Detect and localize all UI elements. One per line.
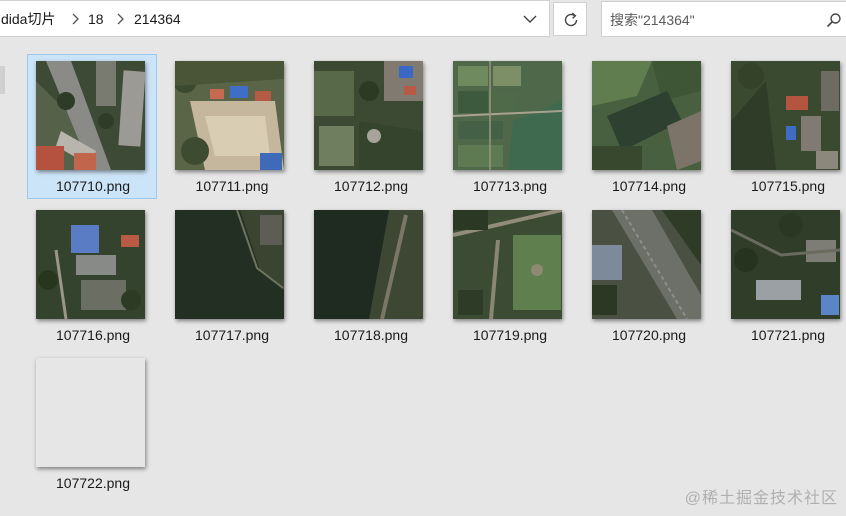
thumbnail-image — [36, 61, 145, 170]
file-item[interactable]: 107712.png — [305, 54, 435, 199]
file-name: 107713.png — [473, 178, 547, 194]
file-item[interactable]: 107722.png — [27, 351, 157, 496]
thumbnail-image — [175, 61, 284, 170]
file-name: 107719.png — [473, 327, 547, 343]
file-item[interactable]: 107713.png — [444, 54, 574, 199]
thumbnail-image — [592, 210, 701, 319]
file-name: 107716.png — [56, 327, 130, 343]
file-item[interactable]: 107717.png — [166, 203, 296, 348]
file-name: 107711.png — [195, 178, 269, 194]
file-item[interactable]: 107720.png — [583, 203, 713, 348]
file-name: 107718.png — [334, 327, 408, 343]
file-item[interactable]: 107710.png — [27, 54, 157, 199]
file-item[interactable]: 107715.png — [722, 54, 846, 199]
thumbnail-image — [453, 210, 562, 319]
thumbnail-image — [314, 61, 423, 170]
thumbnail-image — [592, 61, 701, 170]
file-name: 107712.png — [334, 178, 408, 194]
file-name: 107720.png — [612, 327, 686, 343]
file-item[interactable]: 107714.png — [583, 54, 713, 199]
thumbnail-image-blank — [36, 358, 145, 467]
file-name: 107715.png — [751, 178, 825, 194]
thumbnail-image — [731, 61, 840, 170]
thumbnail-image — [453, 61, 562, 170]
thumbnail-image — [175, 210, 284, 319]
file-item[interactable]: 107716.png — [27, 203, 157, 348]
file-name: 107722.png — [56, 475, 130, 491]
file-grid: 107710.png 107711.png 107712.png 107713.… — [0, 0, 846, 516]
file-name: 107717.png — [195, 327, 269, 343]
file-item[interactable]: 107719.png — [444, 203, 574, 348]
watermark: @稀土掘金技术社区 — [684, 490, 838, 507]
file-item[interactable]: 107721.png — [722, 203, 846, 348]
thumbnail-image — [731, 210, 840, 319]
file-item[interactable]: 107711.png — [166, 54, 296, 199]
file-name: 107710.png — [56, 178, 130, 194]
thumbnail-image — [314, 210, 423, 319]
thumbnail-image — [36, 210, 145, 319]
file-name: 107721.png — [751, 327, 825, 343]
file-item[interactable]: 107718.png — [305, 203, 435, 348]
file-name: 107714.png — [612, 178, 686, 194]
